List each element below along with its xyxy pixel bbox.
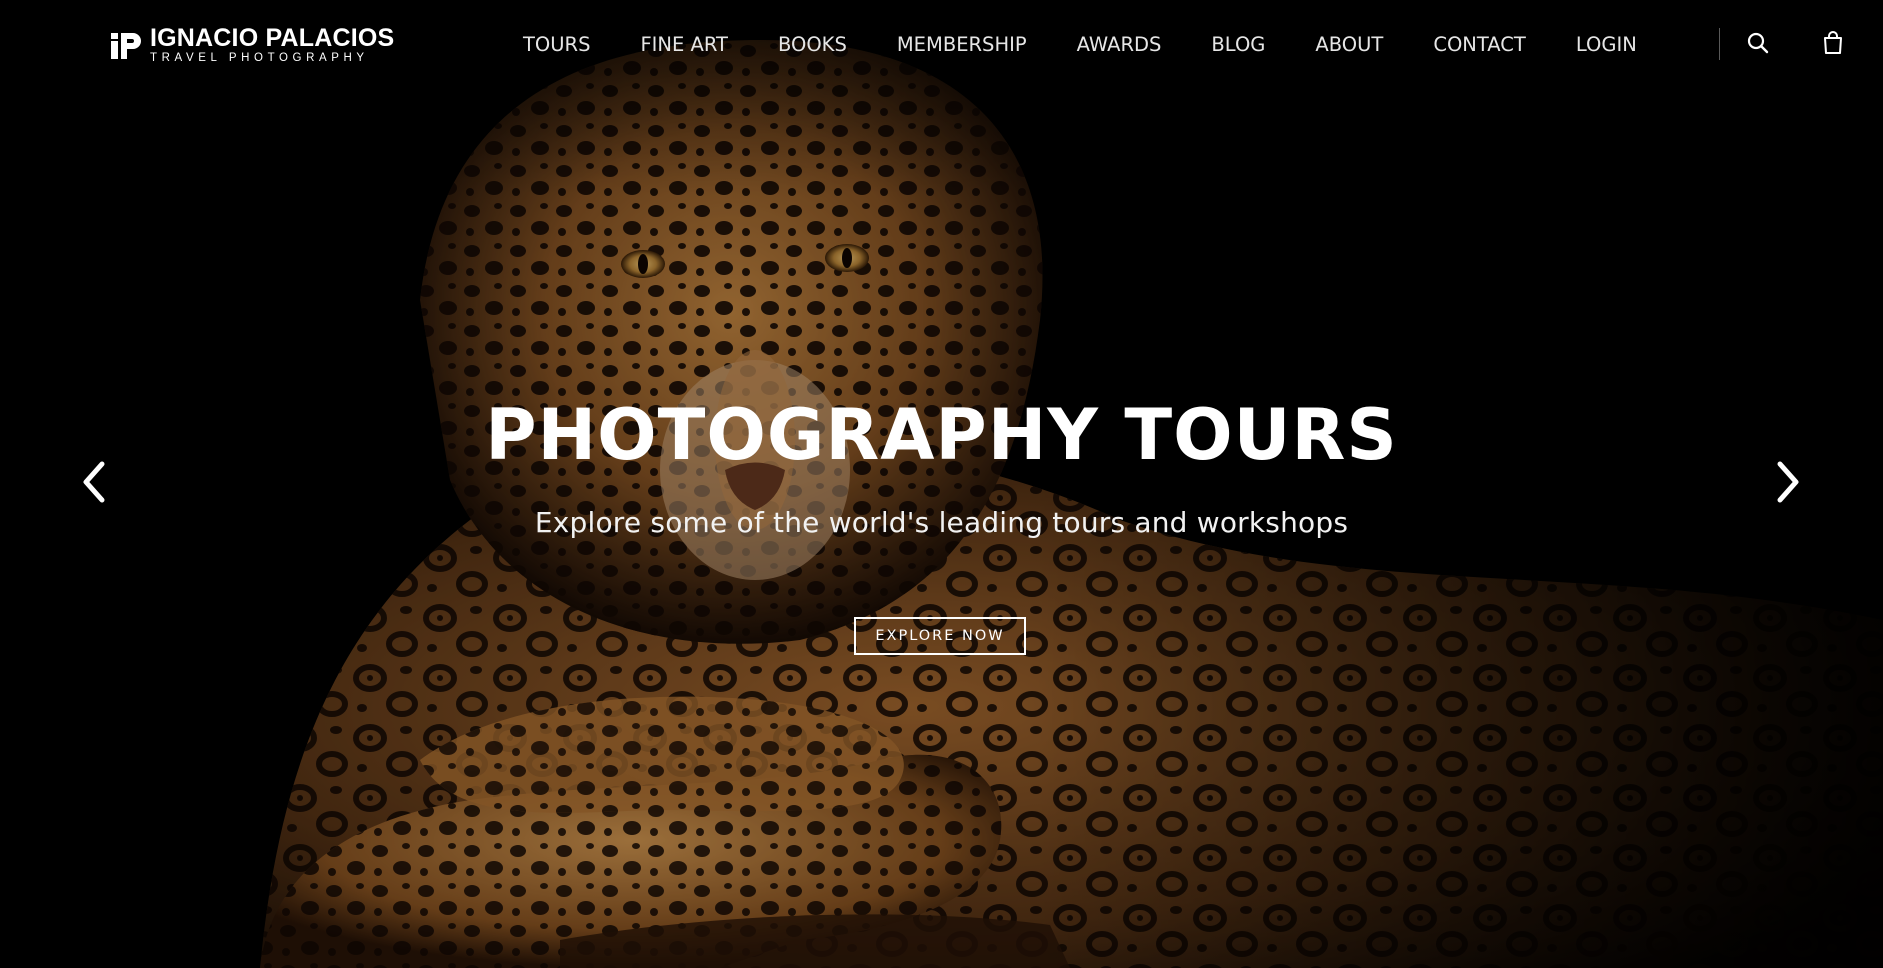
nav-item-books[interactable]: BOOKS [778,33,847,56]
chevron-left-icon [83,461,105,503]
logo-text: IGNACIO PALACIOS TRAVEL PHOTOGRAPHY [150,23,395,65]
nav-item-membership[interactable]: MEMBERSHIP [897,33,1027,56]
nav-item-about[interactable]: ABOUT [1315,33,1383,56]
slider-next-button[interactable] [1768,460,1808,504]
logo-mark-icon [111,33,141,59]
nav-item-awards[interactable]: AWARDS [1077,33,1162,56]
logo-name: IGNACIO PALACIOS [150,23,395,52]
search-icon [1747,32,1769,54]
nav-item-tours[interactable]: TOURS [523,33,590,56]
logo-tagline: TRAVEL PHOTOGRAPHY [150,51,369,64]
shopping-bag-icon [1824,31,1842,54]
nav-item-blog[interactable]: BLOG [1211,33,1265,56]
page: IGNACIO PALACIOS TRAVEL PHOTOGRAPHY TOUR… [0,0,1883,968]
nav-item-login[interactable]: LOGIN [1576,33,1637,56]
nav-item-contact[interactable]: CONTACT [1433,33,1525,56]
hero-subtitle: Explore some of the world's leading tour… [534,506,1349,539]
search-button[interactable] [1745,30,1771,56]
site-header: IGNACIO PALACIOS TRAVEL PHOTOGRAPHY TOUR… [0,0,1883,88]
hero-jaguar-image [0,0,1883,968]
cart-button[interactable] [1820,30,1846,56]
nav-item-fine-art[interactable]: FINE ART [640,33,727,56]
slider-prev-button[interactable] [74,460,114,504]
chevron-right-icon [1777,461,1799,503]
main-nav: TOURS FINE ART BOOKS MEMBERSHIP AWARDS B… [523,29,1637,59]
site-logo[interactable]: IGNACIO PALACIOS TRAVEL PHOTOGRAPHY [110,23,395,65]
explore-now-button[interactable]: EXPLORE NOW [854,617,1026,655]
nav-divider [1719,28,1720,60]
hero-title: PHOTOGRAPHY TOURS [485,394,1398,476]
